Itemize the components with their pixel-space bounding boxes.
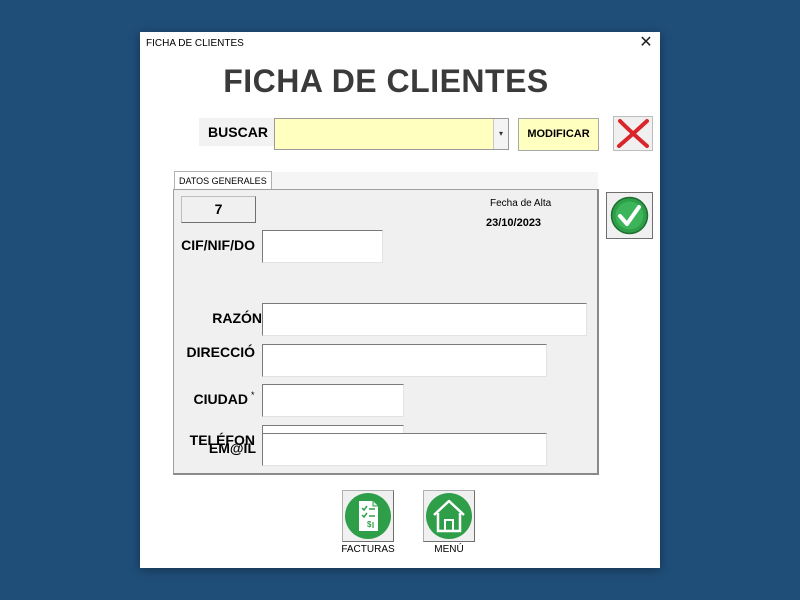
ciudad-label: CIUDAD xyxy=(193,391,248,407)
cif-input[interactable] xyxy=(262,230,383,263)
modificar-button[interactable]: MODIFICAR xyxy=(518,118,599,151)
page-title: FICHA DE CLIENTES xyxy=(223,63,549,99)
razon-label: RAZÓN xyxy=(212,310,262,326)
green-checkmark-icon xyxy=(610,196,649,235)
menu-button[interactable] xyxy=(423,490,475,542)
fecha-alta-label: Fecha de Alta xyxy=(490,198,552,209)
ciudad-input[interactable] xyxy=(262,384,404,417)
cancel-button[interactable] xyxy=(613,116,653,151)
cif-label: CIF/NIF/DO xyxy=(181,237,255,253)
facturas-label: FACTURAS xyxy=(341,544,395,555)
red-x-icon xyxy=(617,119,649,148)
buscar-combobox[interactable]: ▾ xyxy=(274,118,509,150)
email-label: EM@IL xyxy=(208,440,256,456)
razon-input[interactable] xyxy=(262,303,587,336)
direccio-input[interactable] xyxy=(262,344,547,377)
fecha-alta-value: 23/10/2023 xyxy=(486,217,542,229)
menu-label: MENÚ xyxy=(434,544,464,555)
record-id: 7 xyxy=(181,196,256,223)
direccio-label: DIRECCIÓ xyxy=(186,344,255,360)
tab-strip-background xyxy=(267,172,598,189)
svg-text:$: $ xyxy=(367,520,372,529)
close-icon[interactable]: ✕ xyxy=(638,35,654,51)
buscar-label: BUSCAR xyxy=(199,118,277,146)
facturas-button[interactable]: $ xyxy=(342,490,394,542)
accept-button[interactable] xyxy=(606,192,653,239)
home-icon xyxy=(426,493,472,539)
window-title: FICHA DE CLIENTES xyxy=(146,38,244,49)
tab-datos-generales[interactable]: DATOS GENERALES xyxy=(174,171,272,190)
email-input[interactable] xyxy=(262,433,547,466)
chevron-down-icon[interactable]: ▾ xyxy=(493,119,508,149)
clientes-dialog: FICHA DE CLIENTES ✕ FICHA DE CLIENTES BU… xyxy=(140,32,660,568)
required-asterisk: * xyxy=(251,390,255,400)
invoice-checklist-icon: $ xyxy=(345,493,391,539)
